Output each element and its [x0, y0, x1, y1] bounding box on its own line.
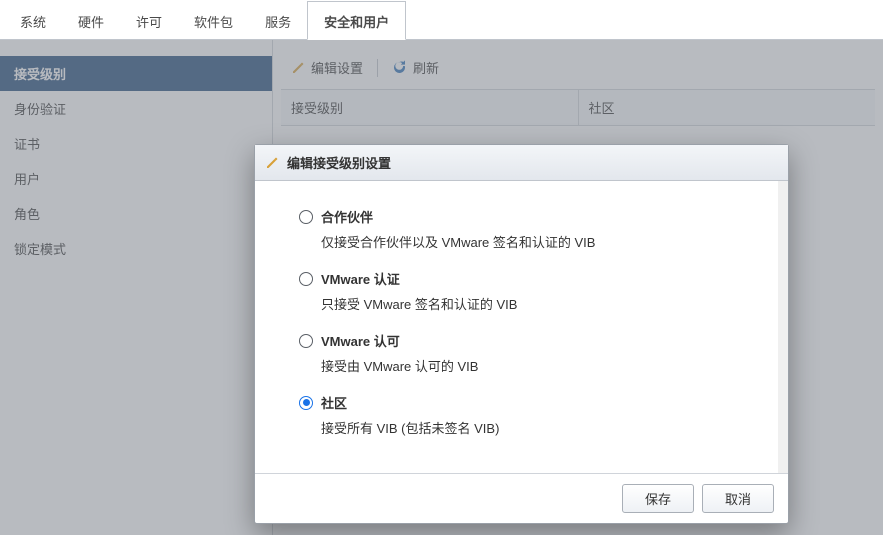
tab-bar: 系统 硬件 许可 软件包 服务 安全和用户 — [0, 0, 883, 40]
option-community[interactable]: 社区 — [299, 393, 746, 412]
pencil-icon — [265, 156, 279, 170]
option-vmware-accepted[interactable]: VMware 认可 — [299, 331, 746, 350]
tab-licensing[interactable]: 许可 — [120, 2, 178, 39]
radio-icon — [299, 210, 313, 224]
dialog-title: 编辑接受级别设置 — [287, 153, 391, 172]
tab-packages[interactable]: 软件包 — [178, 2, 249, 39]
dialog-body: 合作伙伴 仅接受合作伙伴以及 VMware 签名和认证的 VIB VMware … — [255, 181, 788, 473]
radio-icon — [299, 334, 313, 348]
option-vmware-certified-label: VMware 认证 — [321, 269, 400, 288]
option-partner-label: 合作伙伴 — [321, 207, 373, 226]
option-community-desc: 接受所有 VIB (包括未签名 VIB) — [321, 418, 746, 437]
tab-system[interactable]: 系统 — [4, 2, 62, 39]
option-vmware-accepted-desc: 接受由 VMware 认可的 VIB — [321, 356, 746, 375]
radio-icon — [299, 396, 313, 410]
save-button[interactable]: 保存 — [622, 484, 694, 513]
option-vmware-accepted-label: VMware 认可 — [321, 331, 400, 350]
radio-icon — [299, 272, 313, 286]
option-vmware-certified[interactable]: VMware 认证 — [299, 269, 746, 288]
cancel-button[interactable]: 取消 — [702, 484, 774, 513]
edit-acceptance-dialog: 编辑接受级别设置 合作伙伴 仅接受合作伙伴以及 VMware 签名和认证的 VI… — [254, 144, 789, 524]
option-community-label: 社区 — [321, 393, 347, 412]
option-vmware-certified-desc: 只接受 VMware 签名和认证的 VIB — [321, 294, 746, 313]
dialog-footer: 保存 取消 — [255, 473, 788, 523]
tab-services[interactable]: 服务 — [249, 2, 307, 39]
tab-hardware[interactable]: 硬件 — [62, 2, 120, 39]
option-partner-desc: 仅接受合作伙伴以及 VMware 签名和认证的 VIB — [321, 232, 746, 251]
option-partner[interactable]: 合作伙伴 — [299, 207, 746, 226]
tab-security-users[interactable]: 安全和用户 — [307, 1, 406, 40]
dialog-header: 编辑接受级别设置 — [255, 145, 788, 181]
